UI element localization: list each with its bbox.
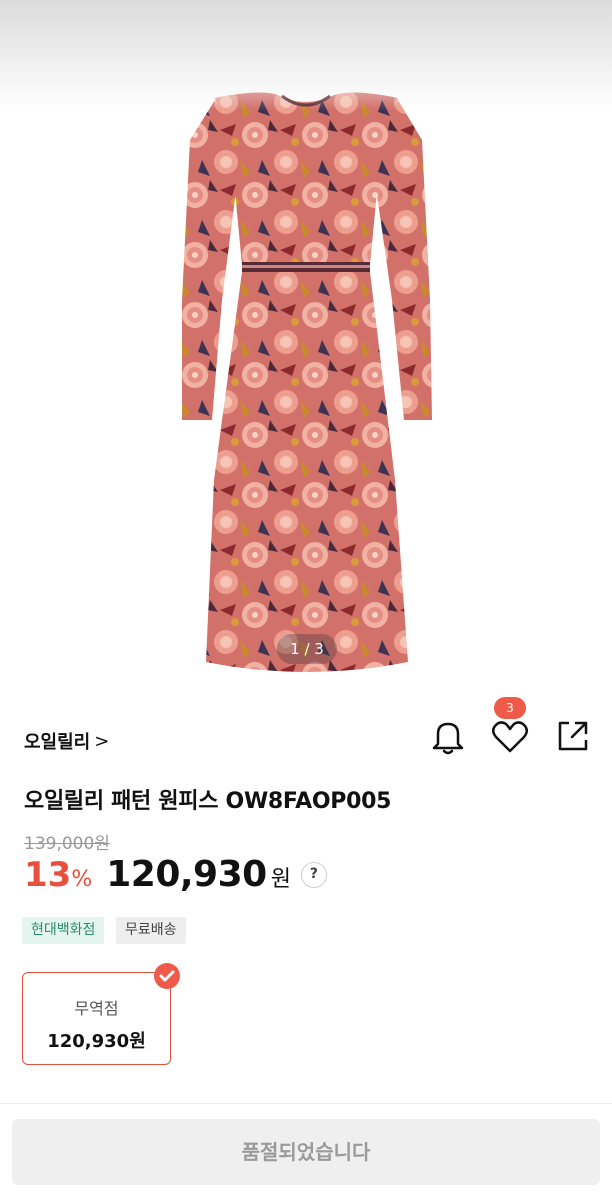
discount-rate: 13 bbox=[24, 855, 72, 895]
sold-out-button[interactable]: 품절되었습니다 bbox=[12, 1119, 600, 1185]
tag-department-store: 현대백화점 bbox=[22, 917, 105, 944]
discount-unit: % bbox=[71, 867, 93, 892]
option-price: 120,930원 bbox=[47, 1031, 146, 1052]
heart-icon bbox=[492, 721, 528, 753]
price-help-icon[interactable]: ? bbox=[300, 861, 327, 888]
bell-icon bbox=[432, 722, 464, 755]
product-title: 오일릴리 패턴 원피스 OW8FAOP005 bbox=[24, 789, 392, 814]
share-icon bbox=[558, 721, 588, 751]
price-unit: 원 bbox=[270, 867, 291, 892]
bottom-divider bbox=[0, 1103, 612, 1104]
wishlist-button[interactable] bbox=[490, 718, 530, 756]
top-bar bbox=[0, 0, 612, 110]
image-pager: 1 / 3 bbox=[277, 634, 337, 664]
original-price: 139,000원 bbox=[24, 834, 110, 854]
sale-price: 120,930 bbox=[106, 854, 267, 895]
brand-name: 오일릴리 bbox=[24, 732, 91, 753]
chevron-right-icon: > bbox=[94, 730, 110, 752]
wishlist-count-badge: 3 bbox=[494, 697, 526, 719]
restock-alert-button[interactable] bbox=[430, 718, 466, 756]
price-row: 13 % 120,930 원 ? bbox=[24, 854, 327, 895]
option-store-name: 무역점 bbox=[74, 999, 119, 1018]
store-option-card[interactable]: 무역점 120,930원 bbox=[22, 972, 171, 1065]
tag-free-shipping: 무료배송 bbox=[116, 917, 186, 944]
share-button[interactable] bbox=[555, 718, 591, 754]
check-icon bbox=[154, 963, 180, 989]
brand-link[interactable]: 오일릴리 > bbox=[24, 728, 109, 754]
